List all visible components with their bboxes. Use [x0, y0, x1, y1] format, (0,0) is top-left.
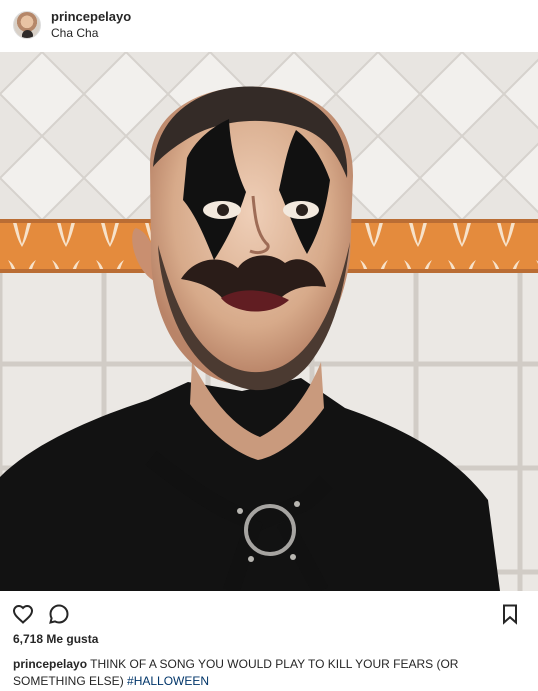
post-actions	[0, 591, 538, 631]
post-caption: princepelayo THINK OF A SONG YOU WOULD P…	[13, 656, 521, 690]
likes-count[interactable]: 6,718 Me gusta	[13, 632, 98, 646]
post-header: princepelayo Cha Cha	[0, 0, 538, 52]
heart-icon[interactable]	[11, 602, 35, 626]
post-username[interactable]: princepelayo	[51, 9, 131, 24]
comment-icon[interactable]	[47, 602, 71, 626]
caption-username[interactable]: princepelayo	[13, 657, 87, 671]
post-location[interactable]: Cha Cha	[51, 26, 98, 40]
post-photo[interactable]	[0, 52, 538, 591]
profile-avatar[interactable]	[13, 11, 41, 39]
caption-hashtag[interactable]: #HALLOWEEN	[127, 674, 209, 688]
post-photo-image	[0, 52, 538, 591]
bookmark-icon[interactable]	[498, 602, 522, 626]
